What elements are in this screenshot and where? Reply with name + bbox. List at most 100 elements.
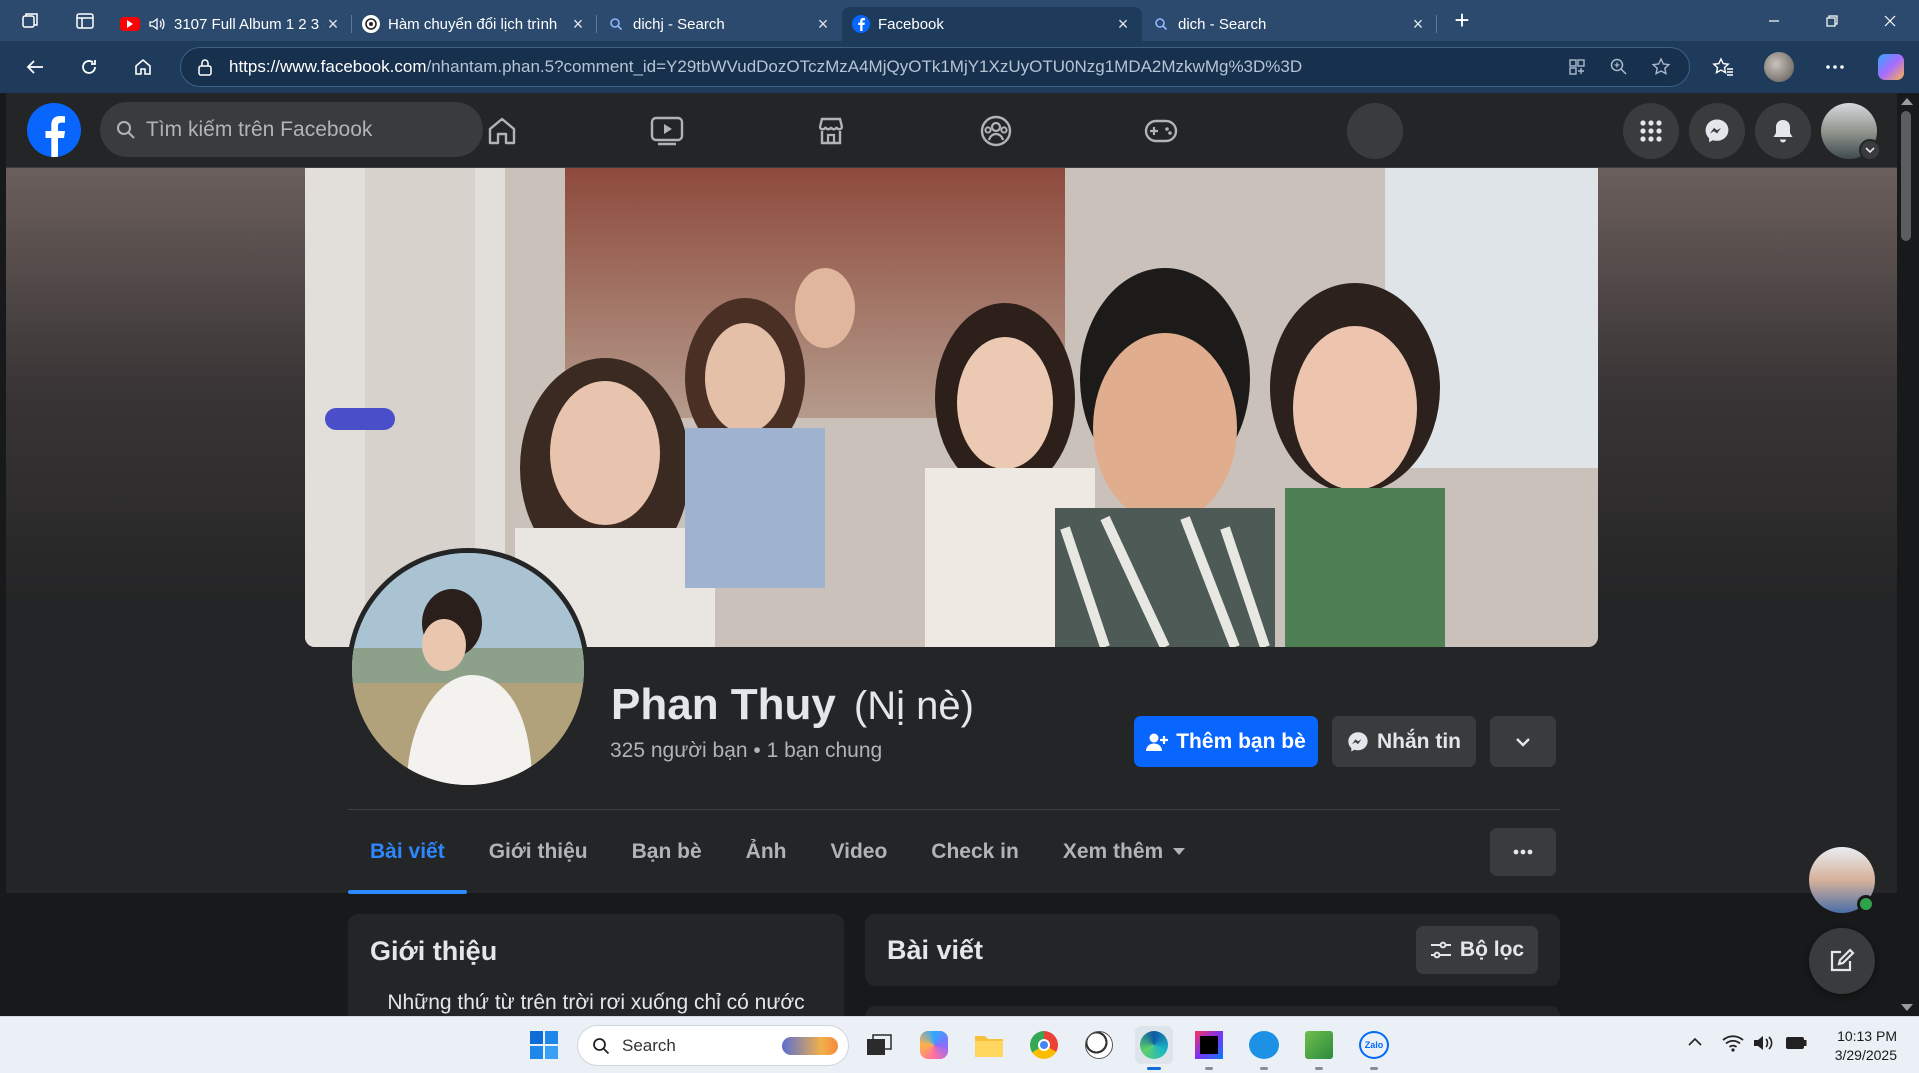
wifi-icon[interactable] [1722,1034,1744,1052]
windows-start-icon[interactable] [525,1026,563,1064]
minimize-icon[interactable] [1745,0,1803,41]
profile-tabs: Bài viết Giới thiệu Bạn bè Ảnh Video Che… [348,810,1207,894]
scroll-down-icon[interactable] [1901,1004,1913,1012]
copilot-icon[interactable] [1863,54,1919,80]
page-scrollbar[interactable] [1897,93,1919,1016]
chevron-down-icon [1515,737,1531,747]
speaker-icon[interactable] [148,15,166,33]
restore-icon[interactable] [1803,0,1861,41]
tab-check-ins[interactable]: Check in [909,810,1041,894]
video-icon[interactable] [612,93,722,168]
filter-label: Bộ lọc [1459,938,1525,961]
facebook-logo-icon[interactable] [27,103,81,157]
back-icon[interactable] [8,41,62,93]
tab-photos[interactable]: Ảnh [724,810,809,894]
messenger-icon [1347,731,1369,753]
file-explorer-icon[interactable] [970,1026,1008,1064]
profile-avatar[interactable] [1751,52,1807,82]
task-view-icon[interactable] [860,1026,898,1064]
search-icon [592,1037,610,1055]
workspaces-icon[interactable] [0,0,60,41]
scrollbar-thumb[interactable] [1901,111,1911,241]
close-tab-icon[interactable]: × [1409,14,1427,35]
show-hidden-icons-icon[interactable] [1687,1037,1703,1047]
tab-title: Facebook [878,15,944,33]
facebook-search-box[interactable] [100,102,483,157]
browser-tab-chatgpt[interactable]: Hàm chuyển đổi lịch trình × [352,7,597,41]
search-highlight-icon [782,1037,838,1055]
add-friend-icon [1146,732,1169,752]
intro-title: Giới thiệu [370,936,498,966]
taskbar-clock[interactable]: 10:13 PM 3/29/2025 [1835,1027,1897,1065]
favorite-star-icon[interactable] [1651,57,1671,77]
close-tab-icon[interactable]: × [1114,14,1132,35]
home-icon[interactable] [447,93,557,168]
tab-actions-icon[interactable] [60,0,110,41]
gaming-icon[interactable] [1106,93,1216,168]
clock-time: 10:13 PM [1837,1028,1897,1044]
scroll-up-icon[interactable] [1901,97,1913,105]
close-tab-icon[interactable]: × [324,14,342,35]
taskbar-search-box[interactable]: Search [577,1025,849,1066]
compose-icon [1829,948,1855,974]
browser-tab-search-2[interactable]: dich - Search × [1142,7,1437,41]
notifications-icon[interactable] [1755,103,1811,159]
excel-like-icon[interactable] [1300,1026,1338,1070]
new-tab-button[interactable]: + [1437,0,1487,41]
browser-tab-search-1[interactable]: dichj - Search × [597,7,842,41]
tab-more-label: Xem thêm [1062,840,1164,863]
add-friend-button[interactable]: Thêm bạn bè [1134,716,1318,767]
more-options-icon[interactable] [1807,64,1863,70]
browser-tab-youtube[interactable]: 3107 Full Album 1 2 3 - W/n × [110,7,352,41]
search-icon [607,15,625,33]
intellij-icon[interactable] [1190,1026,1228,1070]
facebook-search-input[interactable] [146,117,446,142]
close-tab-icon[interactable]: × [569,14,587,35]
more-profile-actions-button[interactable] [1490,716,1556,767]
account-avatar[interactable] [1821,103,1881,161]
tab-posts[interactable]: Bài viết [348,810,467,894]
post-card-partial [865,1006,1560,1016]
profile-friends-count[interactable]: 325 người bạn • 1 bạn chung [610,739,882,763]
address-bar[interactable]: https://www.facebook.com/nhantam.phan.5?… [180,47,1690,87]
profile-picture[interactable] [347,548,589,790]
message-button[interactable]: Nhắn tin [1332,716,1476,767]
tab-friends[interactable]: Bạn bè [610,810,724,894]
docker-icon[interactable] [1245,1026,1283,1070]
filter-button[interactable]: Bộ lọc [1416,926,1538,974]
close-window-icon[interactable] [1861,0,1919,41]
edge-icon[interactable] [1135,1026,1173,1070]
tab-title: Hàm chuyển đổi lịch trình [388,15,558,33]
profile-more-options-button[interactable] [1490,828,1556,876]
intro-bio-text: Những thứ từ trên trời rơi xuống chỉ có … [387,991,805,1014]
facebook-header [6,93,1897,168]
account-chevron-icon[interactable] [1859,139,1881,161]
refresh-icon[interactable] [62,41,116,93]
lock-icon[interactable] [181,58,229,76]
url-text[interactable]: https://www.facebook.com/nhantam.phan.5?… [229,57,1567,77]
zoom-icon[interactable] [1609,57,1629,77]
browser-tab-facebook[interactable]: Facebook × [842,7,1142,41]
tab-more[interactable]: Xem thêm [1041,810,1207,894]
close-tab-icon[interactable]: × [814,14,832,35]
menu-grid-icon[interactable] [1623,103,1679,159]
new-message-button[interactable] [1809,928,1875,994]
groups-icon[interactable] [941,93,1051,168]
tab-about[interactable]: Giới thiệu [467,810,610,894]
messenger-icon[interactable] [1689,103,1745,159]
marketplace-icon[interactable] [776,93,886,168]
tab-title: dichj - Search [633,15,725,33]
battery-icon[interactable] [1785,1036,1807,1050]
volume-icon[interactable] [1752,1034,1774,1052]
youtube-icon [120,17,140,31]
chrome-icon[interactable] [1025,1026,1063,1064]
app-available-icon[interactable] [1567,57,1587,77]
tab-videos[interactable]: Video [808,810,909,894]
home-icon[interactable] [116,41,170,93]
favorites-icon[interactable] [1695,57,1751,77]
copilot-app-icon[interactable] [915,1026,953,1064]
chat-head-avatar[interactable] [1809,847,1875,913]
soccer-app-icon[interactable] [1080,1026,1118,1064]
zalo-icon[interactable]: Zalo [1355,1026,1393,1070]
search-icon [116,120,136,140]
